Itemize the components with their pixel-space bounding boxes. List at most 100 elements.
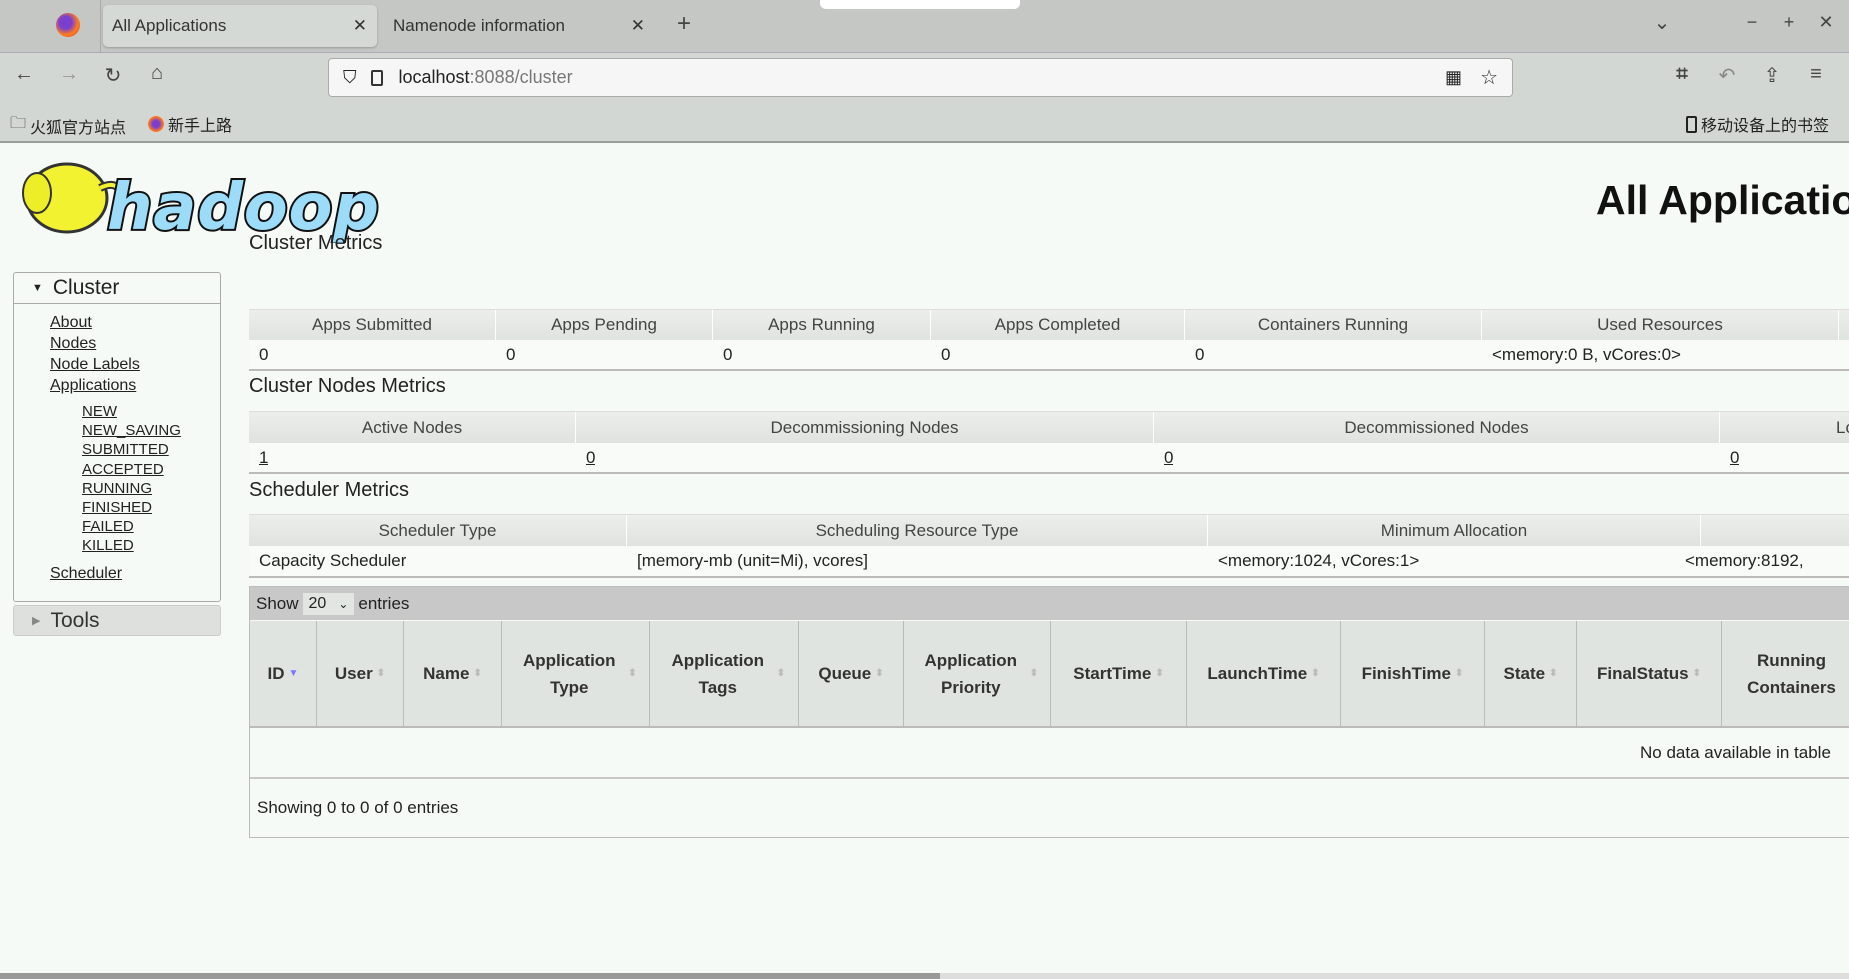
column-header-label: State bbox=[1503, 664, 1546, 683]
scheduler-metrics-heading: Scheduler Metrics bbox=[249, 479, 410, 501]
close-window-icon[interactable]: ✕ bbox=[1810, 12, 1842, 33]
firefox-icon[interactable] bbox=[56, 13, 80, 37]
column-header-name[interactable]: Name ⬍ bbox=[404, 621, 502, 726]
table-header: Apps Submitted Apps Pending Apps Running… bbox=[249, 309, 1849, 340]
scheduling-resource-type-value: [memory-mb (unit=Mi), vcores] bbox=[637, 551, 868, 570]
drag-handle[interactable] bbox=[820, 0, 1020, 9]
sort-icon: ⬍ bbox=[1549, 668, 1558, 679]
sidebar-item-node-labels[interactable]: Node Labels bbox=[50, 356, 140, 374]
sidebar-item-finished[interactable]: FINISHED bbox=[82, 499, 152, 516]
horizontal-scrollbar[interactable] bbox=[0, 973, 1849, 979]
shield-icon[interactable]: ⛉ bbox=[343, 67, 357, 88]
column-header-finishtime[interactable]: FinishTime ⬍ bbox=[1341, 621, 1485, 726]
cluster-metrics-heading: Cluster Metrics bbox=[249, 232, 383, 254]
screenshot-crop-icon[interactable]: ⌗ bbox=[1666, 63, 1698, 86]
sidebar-item-new-saving[interactable]: NEW_SAVING bbox=[82, 422, 181, 439]
tab-namenode-information[interactable]: Namenode information ✕ bbox=[385, 5, 655, 47]
list-tabs-icon[interactable]: ⌄ bbox=[1646, 10, 1678, 35]
sidebar-item-about[interactable]: About bbox=[50, 314, 92, 332]
close-tab-icon[interactable]: ✕ bbox=[631, 16, 645, 36]
bookmark-firefox-site[interactable]: 🗀 火狐官方站点 bbox=[10, 112, 126, 139]
forward-icon[interactable]: → bbox=[53, 63, 85, 86]
sidebar-item-nodes[interactable]: Nodes bbox=[50, 335, 96, 353]
bookmark-label: 移动设备上的书签 bbox=[1700, 118, 1829, 135]
entries-label: entries bbox=[358, 593, 410, 613]
table-header: Scheduler Type Scheduling Resource Type … bbox=[249, 514, 1849, 546]
minimize-icon[interactable]: − bbox=[1736, 12, 1768, 33]
column-header-starttime[interactable]: StartTime ⬍ bbox=[1051, 621, 1187, 726]
maximize-icon[interactable]: + bbox=[1773, 12, 1805, 33]
column-header-label: Running Containers bbox=[1747, 650, 1836, 697]
sidebar-item-failed[interactable]: FAILED bbox=[82, 518, 134, 535]
scrollbar-thumb[interactable] bbox=[0, 973, 940, 979]
active-nodes-link[interactable]: 1 bbox=[249, 443, 268, 472]
sort-icon: ⬍ bbox=[1455, 668, 1464, 679]
column-header-application-tags[interactable]: Application Tags ⬍ bbox=[650, 621, 799, 726]
undo-icon[interactable]: ↶ bbox=[1711, 63, 1743, 88]
table-info: Showing 0 to 0 of 0 entries bbox=[250, 779, 1849, 837]
tab-all-applications[interactable]: All Applications ✕ bbox=[103, 5, 377, 47]
decommissioned-nodes-link[interactable]: 0 bbox=[1154, 443, 1173, 472]
column-header-id[interactable]: ID ▼ bbox=[250, 621, 317, 726]
lost-nodes-link[interactable]: 0 bbox=[1720, 443, 1739, 472]
sort-icon: ⬍ bbox=[1692, 668, 1701, 679]
sort-icon: ⬍ bbox=[376, 668, 386, 679]
column-header-user[interactable]: User ⬍ bbox=[317, 621, 404, 726]
bookmarks-bar: 🗀 火狐官方站点 新手上路 移动设备上的书签 bbox=[0, 103, 1849, 143]
column-header-application-priority[interactable]: Application Priority ⬍ bbox=[904, 621, 1051, 726]
column-header-application-type[interactable]: Application Type ⬍ bbox=[502, 621, 650, 726]
sidebar-item-new[interactable]: NEW bbox=[82, 403, 117, 420]
column-header-label: FinishTime bbox=[1361, 664, 1452, 683]
menu-icon[interactable]: ≡ bbox=[1800, 63, 1832, 86]
sidebar-item-scheduler[interactable]: Scheduler bbox=[50, 565, 122, 583]
column-header-state[interactable]: State ⬍ bbox=[1485, 621, 1577, 726]
empty-table-message: No data available in table bbox=[1640, 743, 1831, 762]
reload-icon[interactable]: ↻ bbox=[97, 63, 129, 88]
apps-pending-value: 0 bbox=[506, 344, 516, 364]
caret-right-icon: ▶ bbox=[32, 615, 41, 627]
caret-down-icon: ▼ bbox=[32, 282, 43, 294]
empty-table-row: No data available in table bbox=[250, 728, 1849, 779]
column-header-label: User bbox=[334, 664, 373, 683]
sidebar-item-running[interactable]: RUNNING bbox=[82, 480, 152, 497]
qr-code-icon[interactable]: ▦ bbox=[1445, 67, 1462, 88]
chevron-down-icon: ⌄ bbox=[338, 596, 349, 611]
column-header: Apps Pending bbox=[496, 310, 713, 340]
new-tab-icon[interactable]: + bbox=[668, 10, 700, 38]
tab-label: Namenode information bbox=[393, 16, 565, 35]
column-header-queue[interactable]: Queue ⬍ bbox=[799, 621, 904, 726]
close-tab-icon[interactable]: ✕ bbox=[353, 16, 367, 36]
bookmark-star-icon[interactable]: ☆ bbox=[1480, 65, 1498, 90]
entries-select[interactable]: 20 ⌄ bbox=[302, 592, 355, 615]
column-header: Active Nodes bbox=[249, 412, 576, 443]
used-resources-value: <memory:0 B, vCores:0> bbox=[1492, 344, 1681, 364]
url-bar[interactable]: ⛉ localhost:8088/cluster ▦ ☆ bbox=[328, 58, 1513, 97]
mobile-bookmarks[interactable]: 移动设备上的书签 bbox=[1685, 112, 1829, 136]
column-header-finalstatus[interactable]: FinalStatus ⬍ bbox=[1577, 621, 1722, 726]
column-header-label: Application Priority bbox=[924, 650, 1018, 697]
column-header-running-containers[interactable]: Running Containers bbox=[1722, 621, 1849, 726]
entries-length-control: Show 20 ⌄ entries bbox=[250, 587, 1849, 620]
sidebar-item-submitted[interactable]: SUBMITTED bbox=[82, 441, 169, 458]
sidebar-item-accepted[interactable]: ACCEPTED bbox=[82, 461, 164, 478]
containers-running-value: 0 bbox=[1195, 344, 1205, 364]
sort-icon: ⬍ bbox=[1155, 668, 1164, 679]
sidebar-item-applications[interactable]: Applications bbox=[50, 377, 136, 395]
url-host: localhost bbox=[398, 67, 470, 87]
column-header-label: StartTime bbox=[1073, 664, 1152, 683]
sidebar-item-killed[interactable]: KILLED bbox=[82, 537, 134, 554]
bookmark-getting-started[interactable]: 新手上路 bbox=[148, 112, 232, 136]
extensions-icon[interactable]: ⇪ bbox=[1756, 63, 1788, 88]
page-icon bbox=[370, 69, 383, 86]
bookmark-label: 新手上路 bbox=[168, 118, 233, 135]
cluster-toggle[interactable]: ▼ Cluster bbox=[14, 273, 220, 304]
applications-table: Show 20 ⌄ entries ID ▼ User ⬍ Name ⬍ Applica… bbox=[249, 586, 1849, 838]
home-icon[interactable]: ⌂ bbox=[141, 62, 173, 85]
table-header: ID ▼ User ⬍ Name ⬍ Application Type ⬍ Applic… bbox=[250, 621, 1849, 728]
tools-toggle[interactable]: ▶ Tools bbox=[13, 605, 221, 636]
back-icon[interactable]: ← bbox=[8, 63, 40, 86]
column-header-label: Application Tags bbox=[671, 650, 765, 697]
column-header-launchtime[interactable]: LaunchTime ⬍ bbox=[1187, 621, 1341, 726]
decommissioning-nodes-link[interactable]: 0 bbox=[576, 443, 595, 472]
column-header: Apps Completed bbox=[931, 310, 1185, 340]
